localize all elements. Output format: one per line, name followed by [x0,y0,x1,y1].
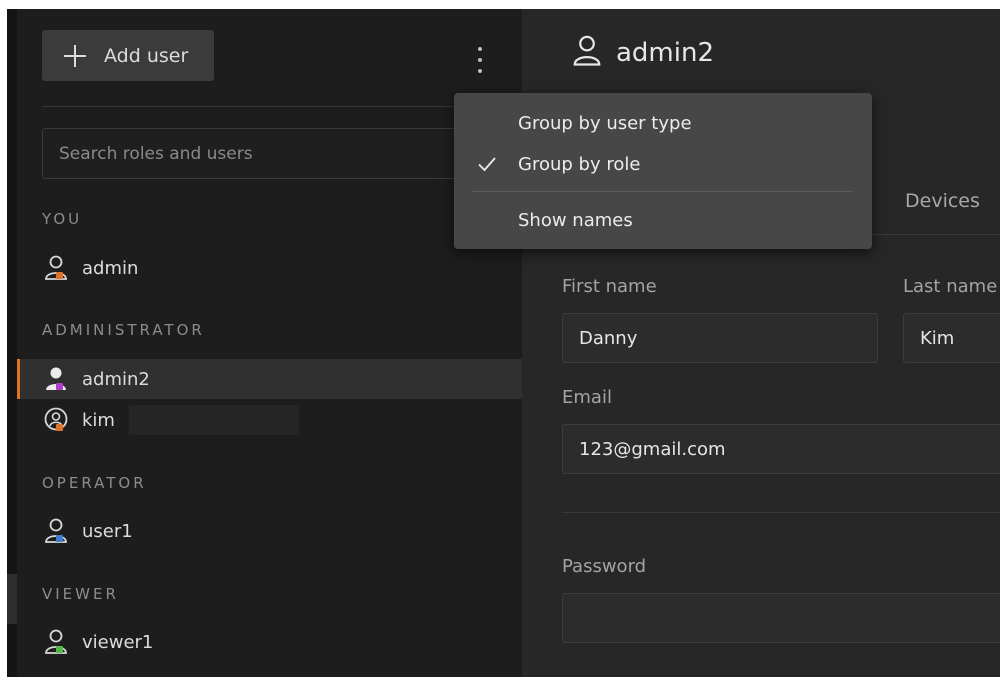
menu-item-label: Group by user type [518,112,692,134]
left-edge-strip [7,9,17,677]
user-name: admin2 [82,368,150,390]
user-name: kim [82,409,115,431]
tab-devices[interactable]: Devices [905,190,980,212]
sidebar-divider [42,106,522,107]
email-field[interactable]: 123@gmail.com [562,424,1000,474]
add-user-button[interactable]: Add user [42,30,214,81]
user-item-kim[interactable]: kim [17,400,522,440]
user-icon [572,35,602,71]
sidebar: Add user Search roles and users YOU admi… [17,9,522,677]
user-circle-icon [44,407,68,433]
user-item-viewer1[interactable]: viewer1 [17,622,522,662]
plus-icon [64,44,86,67]
menu-item-group-by-user-type[interactable]: Group by user type [454,103,872,143]
section-divider [562,512,1000,513]
add-user-label: Add user [104,44,189,67]
user-icon [44,629,68,655]
redacted-block [128,405,299,435]
user-item-user1[interactable]: user1 [17,511,522,551]
menu-item-label: Show names [518,209,633,231]
user-item-admin[interactable]: admin [17,248,522,288]
page-title-text: admin2 [616,38,715,68]
user-icon [44,255,68,281]
user-name: viewer1 [82,631,154,653]
password-field[interactable] [562,593,1000,643]
section-label-administrator: ADMINISTRATOR [42,321,205,339]
more-options-icon[interactable] [476,47,484,73]
menu-item-label: Group by role [518,153,641,175]
user-icon [44,518,68,544]
last-name-label: Last name [903,276,998,297]
section-label-viewer: VIEWER [42,585,119,603]
checkmark-icon [478,155,496,173]
password-label: Password [562,556,647,577]
search-input[interactable]: Search roles and users [42,128,512,179]
first-name-field[interactable]: Danny [562,313,878,363]
menu-item-group-by-role[interactable]: Group by role [454,144,872,184]
section-label-you: YOU [42,210,83,228]
menu-item-show-names[interactable]: Show names [454,200,872,240]
options-menu: Group by user type Group by role Show na… [454,93,872,249]
email-label: Email [562,387,612,408]
user-filled-icon [44,366,68,392]
last-name-field[interactable]: Kim [903,313,1000,363]
user-name: user1 [82,520,133,542]
user-item-admin2[interactable]: admin2 [17,359,522,399]
first-name-label: First name [562,276,657,297]
page-title: admin2 [572,35,714,71]
section-label-operator: OPERATOR [42,474,147,492]
menu-separator [472,191,853,192]
user-name: admin [82,257,139,279]
app-window: Add user Search roles and users YOU admi… [7,9,1000,677]
